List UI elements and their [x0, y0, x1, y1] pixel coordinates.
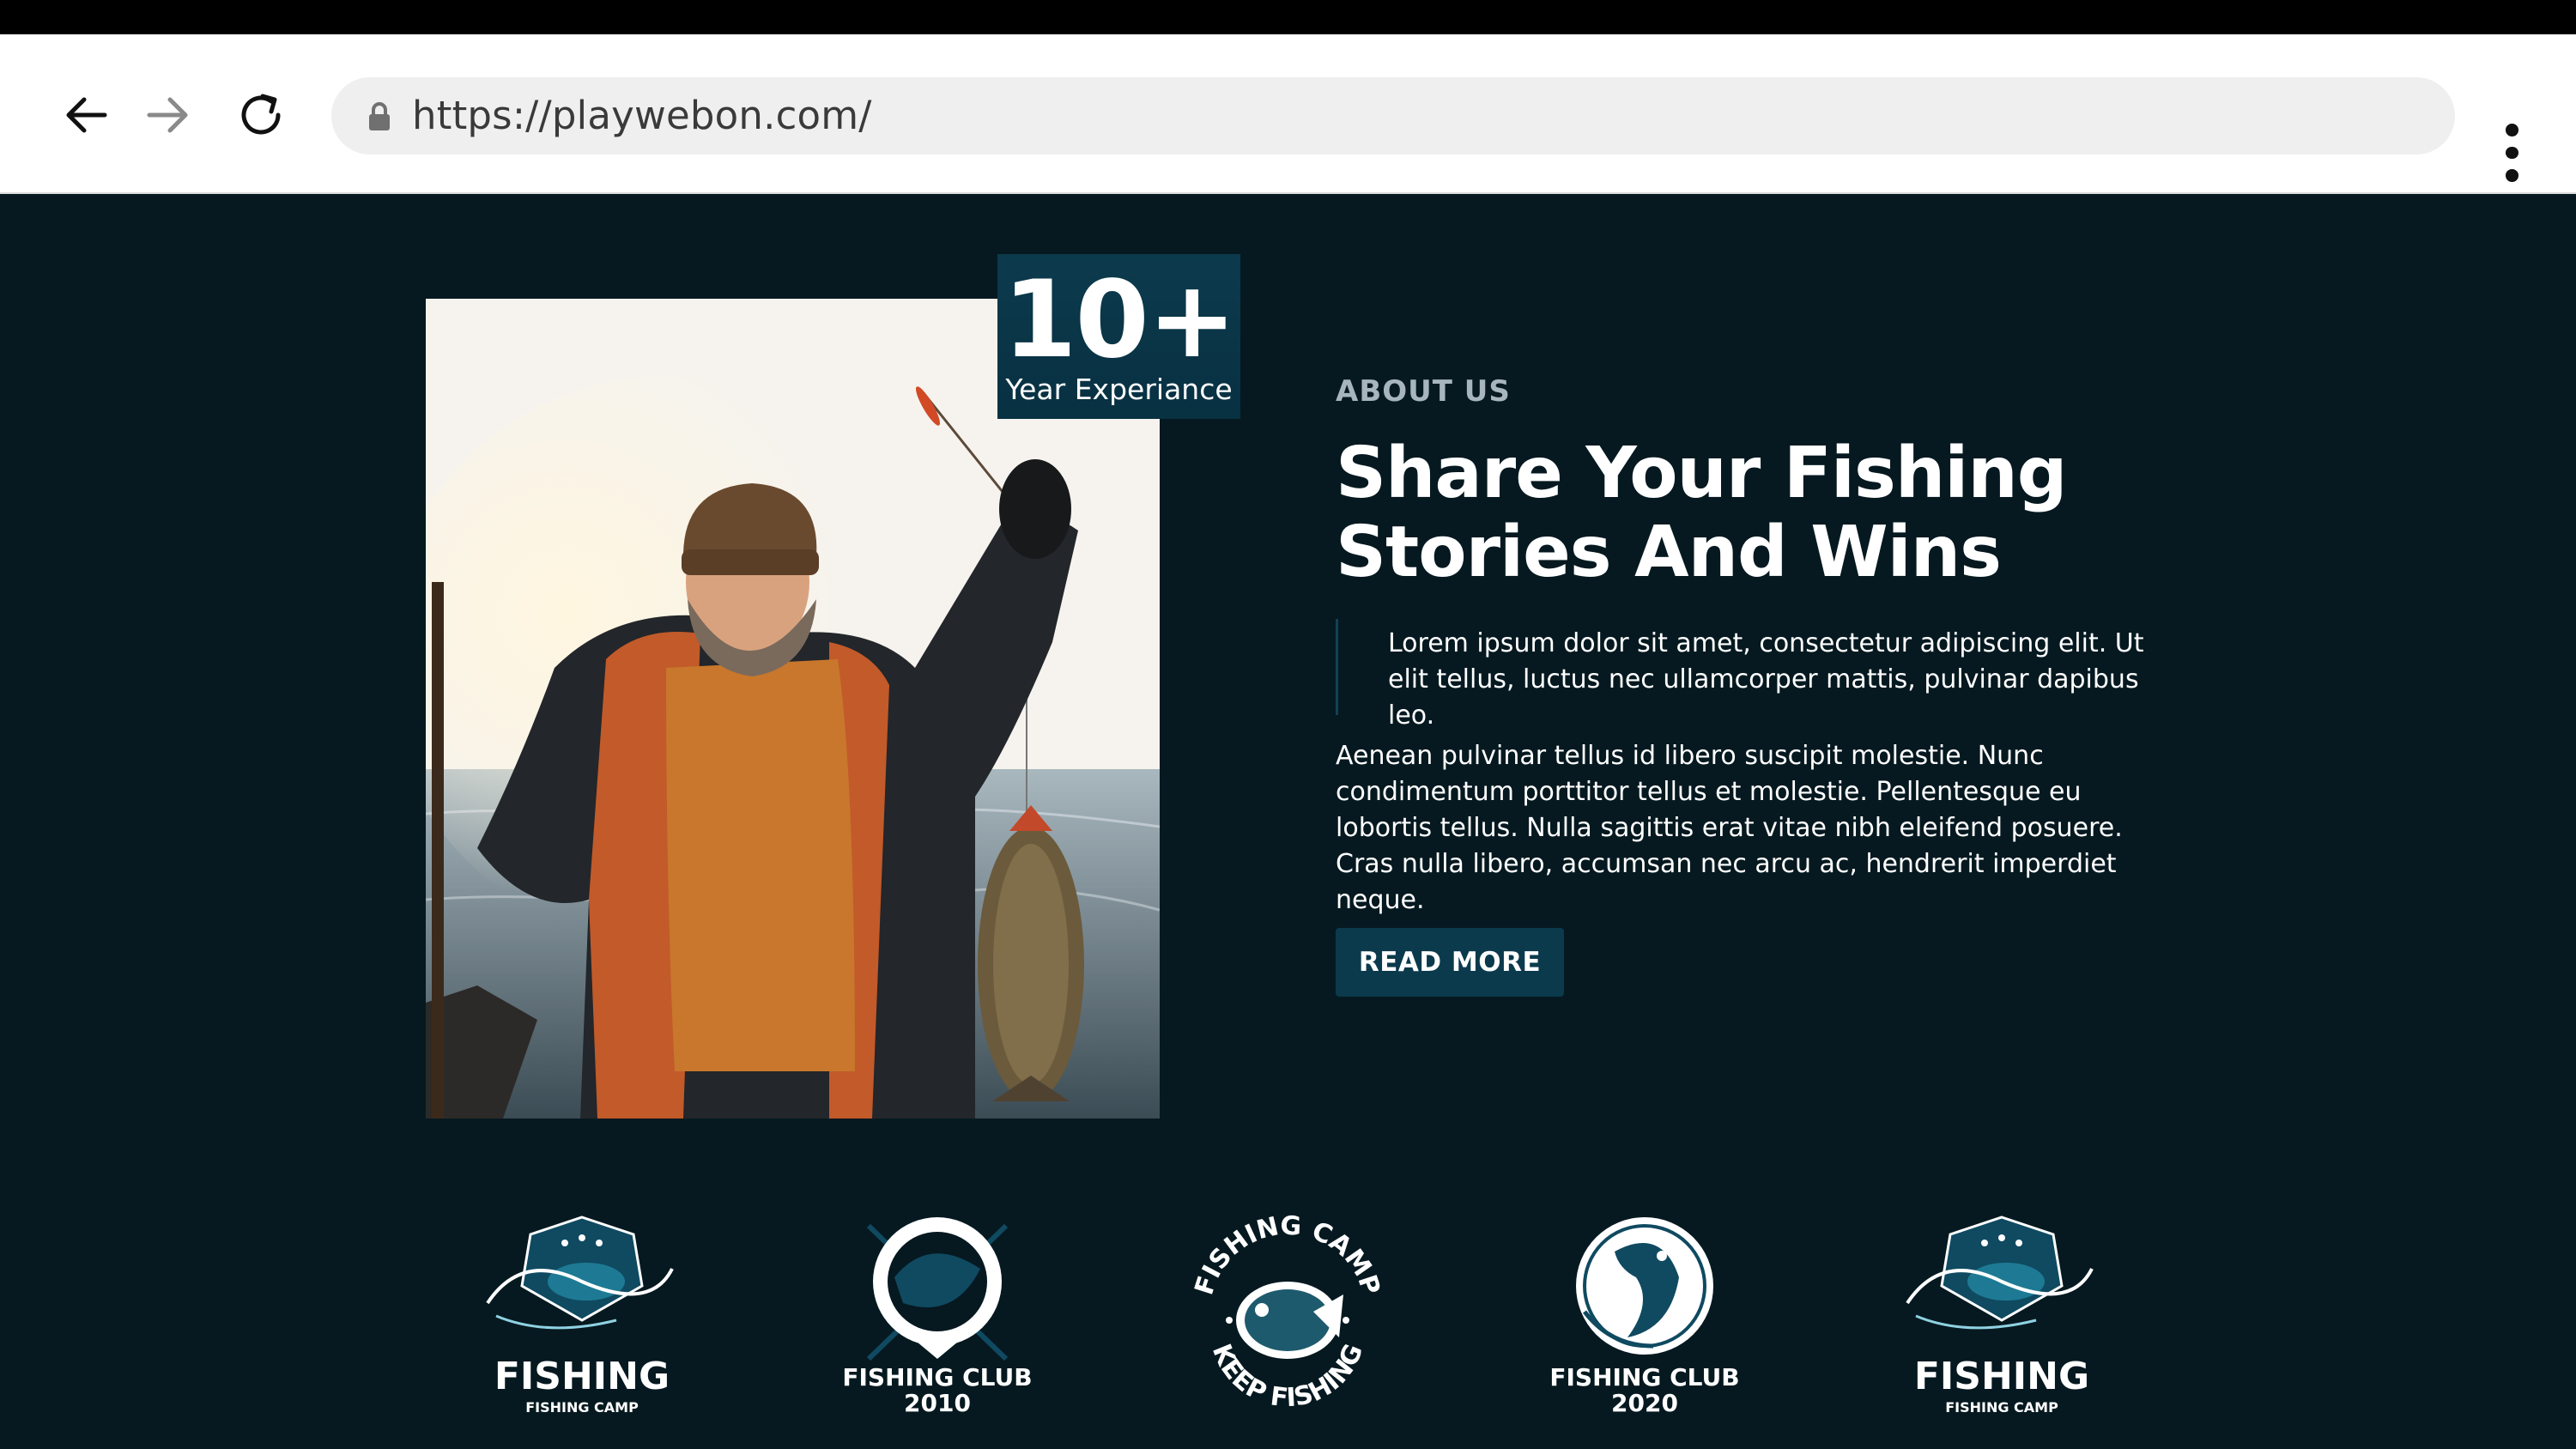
fish-hook-emblem-icon — [1906, 1216, 2094, 1330]
about-headline: Share Your Fishing Stories And Wins — [1336, 434, 2194, 592]
partner-logo-fishing-camp-1[interactable]: FISHING FISHING CAMP — [470, 1209, 694, 1432]
about-body-text: Aenean pulvinar tellus id libero suscipi… — [1336, 741, 2123, 915]
status-bar — [0, 0, 2576, 34]
logo-subtitle: 2020 — [1611, 1389, 1678, 1417]
headline-line-2: Stories And Wins — [1336, 512, 2002, 593]
back-button[interactable] — [53, 82, 118, 148]
arrow-left-icon — [66, 97, 107, 133]
reload-icon — [241, 94, 281, 135]
partner-logo-fishing-club-2010[interactable]: FISHING CLUB 2010 — [826, 1209, 1049, 1432]
logo-title: FISHING — [1913, 1355, 2090, 1398]
browser-toolbar: https://playwebon.com/ — [0, 34, 2576, 194]
forward-button[interactable] — [136, 82, 201, 148]
about-eyebrow: ABOUT US — [1336, 374, 1511, 409]
logo-subtitle: 2010 — [904, 1389, 971, 1417]
logo-title: FISHING — [494, 1355, 670, 1398]
quote-block: Lorem ipsum dolor sit amet, consectetur … — [1336, 619, 2160, 731]
url-text: https://playwebon.com/ — [412, 93, 872, 138]
experience-badge: 10+ Year Experiance — [997, 254, 1240, 419]
address-bar[interactable]: https://playwebon.com/ — [331, 77, 2455, 155]
logo-title: FISHING CLUB — [1549, 1363, 1740, 1391]
menu-dot-icon — [2505, 146, 2518, 160]
partner-logo-fishing-club-2020[interactable]: FISHING CLUB 2020 — [1533, 1209, 1756, 1432]
menu-dot-icon — [2505, 124, 2518, 136]
menu-dot-icon — [2505, 169, 2518, 183]
read-more-button[interactable]: READ MORE — [1336, 928, 1564, 997]
fish-hook-emblem-icon — [486, 1216, 674, 1330]
arrow-right-icon — [147, 97, 188, 133]
logo-title: FISHING CLUB — [842, 1363, 1033, 1391]
bass-fish-badge-icon: FISHING CAMP KEEP FISHING — [1189, 1211, 1385, 1414]
fisherman-photo — [426, 299, 1160, 1119]
reload-button[interactable] — [228, 82, 294, 148]
page-content: 10+ Year Experiance ABOUT US Share Your … — [0, 196, 2576, 1449]
experience-years: 10+ — [1003, 258, 1236, 382]
logo-subtitle: FISHING CAMP — [525, 1399, 639, 1416]
browser-menu-button[interactable] — [2486, 118, 2537, 187]
partner-logo-fishing-camp-2[interactable]: FISHING FISHING CAMP — [1890, 1209, 2113, 1432]
headline-line-1: Share Your Fishing — [1336, 433, 2067, 514]
fish-globe-icon — [1576, 1217, 1713, 1355]
partner-logo-fishing-camp-keep-fishing[interactable]: FISHING CAMP KEEP FISHING — [1176, 1209, 1399, 1432]
logo-subtitle: FISHING CAMP — [1945, 1399, 2058, 1416]
lock-icon — [369, 102, 390, 130]
fish-circle-icon — [866, 1217, 1009, 1361]
quote-text: Lorem ipsum dolor sit amet, consectetur … — [1388, 628, 2144, 731]
experience-label: Year Experiance — [1005, 373, 1233, 406]
fisherman-illustration — [426, 299, 1160, 1119]
